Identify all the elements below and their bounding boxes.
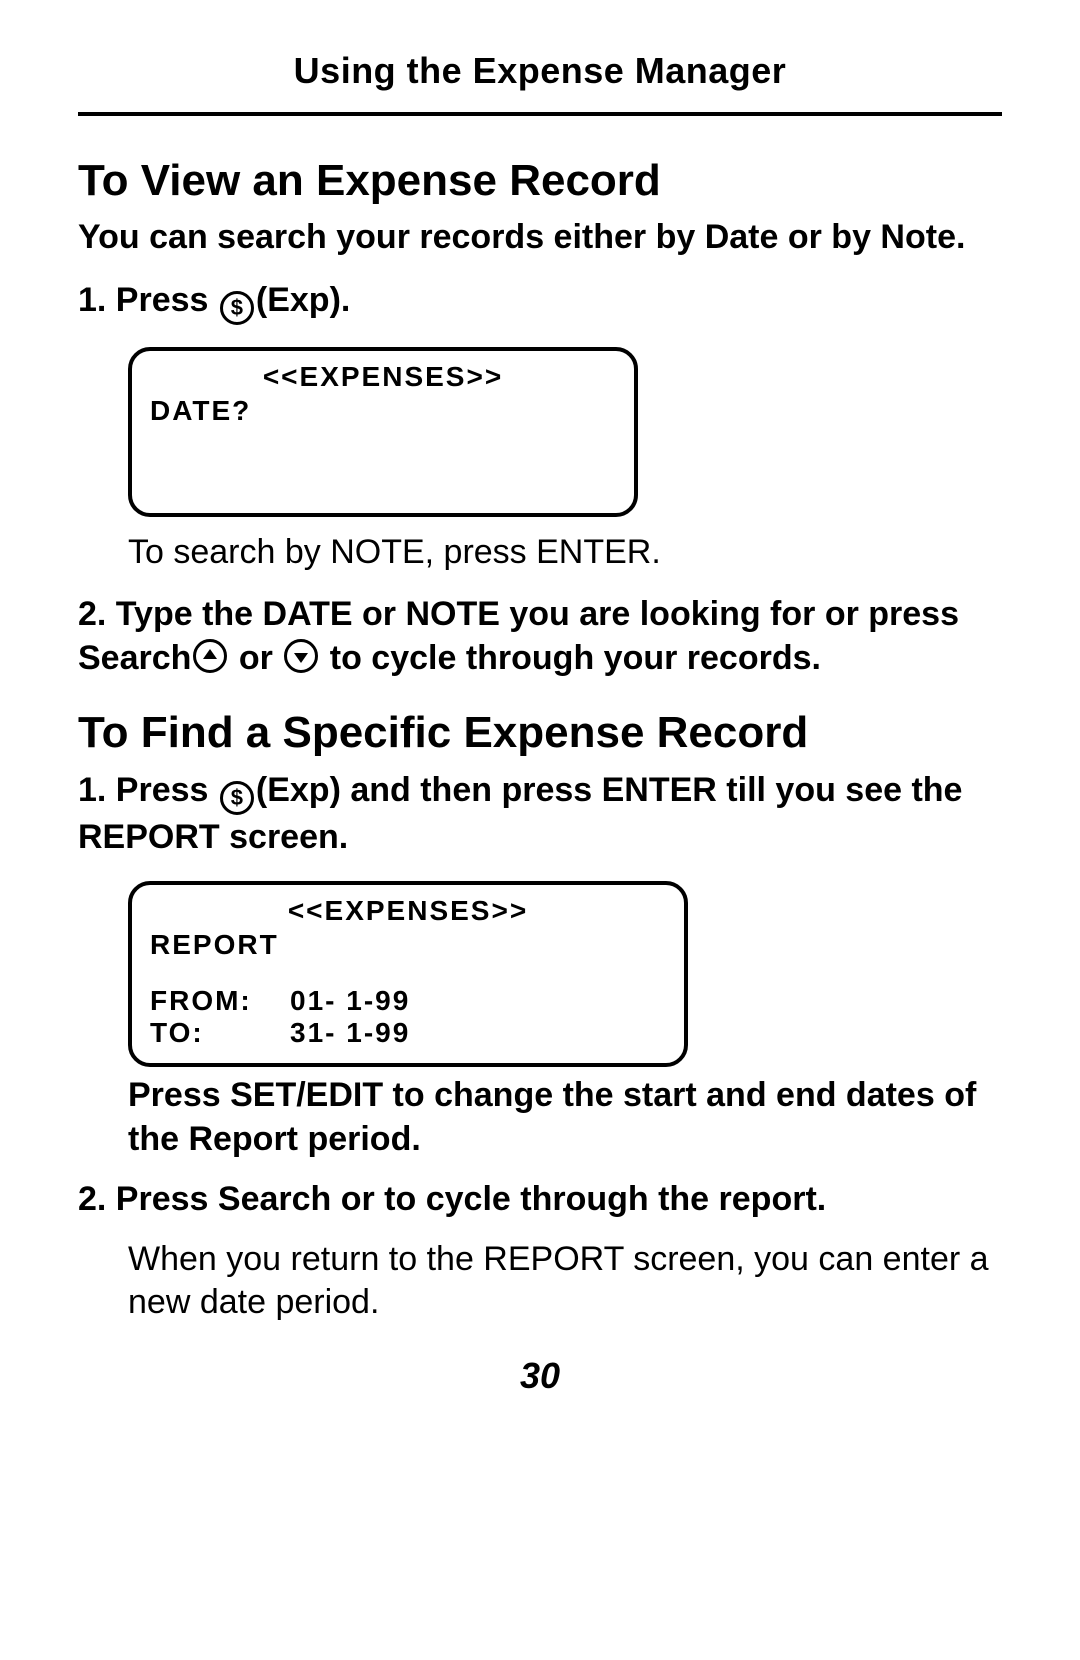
to-label: TO: <box>150 1017 290 1049</box>
dollar-icon: $ <box>220 781 254 815</box>
s1-step2-b: or <box>229 639 282 677</box>
s1-step1-text-a: 1. Press <box>78 281 218 319</box>
manual-page: Using the Expense Manager To View an Exp… <box>0 0 1080 1427</box>
page-number: 30 <box>78 1355 1002 1397</box>
search-up-icon <box>193 639 227 673</box>
section2-step2: 2. Press Search or to cycle through the … <box>78 1177 1002 1221</box>
screen1-line1: DATE? <box>150 395 616 427</box>
search-down-icon <box>284 639 318 673</box>
section1-step1: 1. Press $(Exp). <box>78 278 1002 325</box>
s1-step2-c: to cycle through your records. <box>320 639 821 677</box>
section1-intro: You can search your records either by Da… <box>78 216 1002 260</box>
to-value: 31- 1-99 <box>290 1017 410 1049</box>
lcd-screen-expenses-date: <<EXPENSES>> DATE? <box>128 347 638 517</box>
section-heading-find: To Find a Specific Expense Record <box>78 708 1002 758</box>
screen2-line1: REPORT <box>150 929 666 961</box>
s1-step1-text-b: (Exp). <box>256 281 350 319</box>
screen2-title: <<EXPENSES>> <box>150 895 666 927</box>
screen2-to-row: TO: 31- 1-99 <box>150 1017 666 1049</box>
section2-after-screen: Press SET/EDIT to change the start and e… <box>128 1073 1002 1161</box>
section-heading-view: To View an Expense Record <box>78 156 1002 206</box>
from-value: 01- 1-99 <box>290 985 410 1017</box>
divider <box>78 112 1002 116</box>
dollar-icon: $ <box>220 291 254 325</box>
lcd-screen-report: <<EXPENSES>> REPORT FROM: 01- 1-99 TO: 3… <box>128 881 688 1067</box>
section1-after-screen: To search by NOTE, press ENTER. <box>128 533 1002 572</box>
screen1-title: <<EXPENSES>> <box>150 361 616 393</box>
s2-step1-a: 1. Press <box>78 771 218 809</box>
page-header: Using the Expense Manager <box>78 50 1002 108</box>
section1-step2: 2. Type the DATE or NOTE you are looking… <box>78 592 1002 680</box>
section2-step1: 1. Press $(Exp) and then press ENTER til… <box>78 768 1002 859</box>
section2-step2-note: When you return to the REPORT screen, yo… <box>128 1238 1002 1325</box>
from-label: FROM: <box>150 985 290 1017</box>
screen2-from-row: FROM: 01- 1-99 <box>150 985 666 1017</box>
